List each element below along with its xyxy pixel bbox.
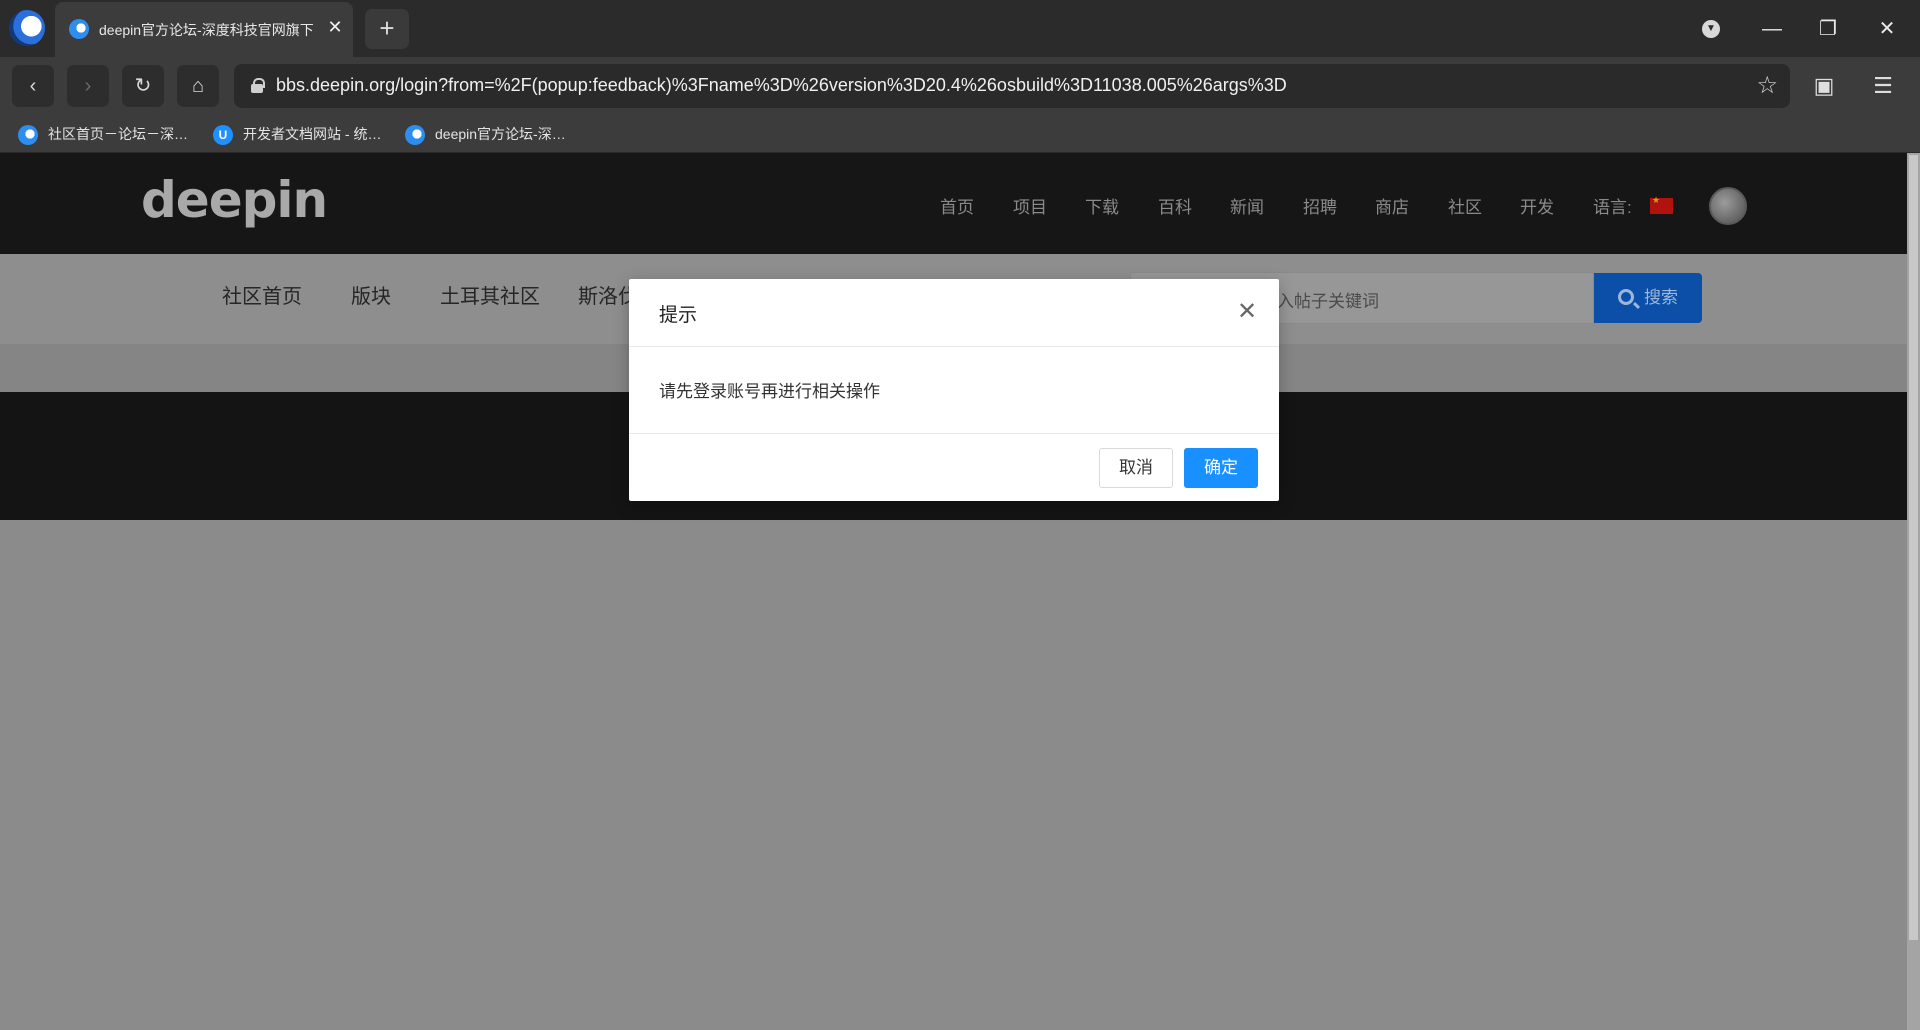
search-button[interactable]: 搜索 <box>1594 273 1702 323</box>
browser-chrome: deepin官方论坛-深度科技官网旗下 ✕ + ▼ — ❐ ✕ ‹ › ↻ ⌂ … <box>0 0 1920 153</box>
tab-close-icon[interactable]: ✕ <box>323 15 347 39</box>
back-button[interactable]: ‹ <box>12 65 54 107</box>
deepin-icon <box>18 125 38 146</box>
minimize-icon[interactable]: — <box>1755 12 1789 46</box>
site-header: deepin 首页 项目 下载 百科 新闻 招聘 商店 社区 开发 语言: <box>0 153 1907 254</box>
browser-toolbar: ‹ › ↻ ⌂ bbs.deepin.org/login?from=%2F(po… <box>0 57 1920 115</box>
nav-item-store[interactable]: 商店 <box>1375 193 1409 218</box>
cancel-button[interactable]: 取消 <box>1099 448 1173 488</box>
close-window-icon[interactable]: ✕ <box>1870 12 1904 46</box>
lock-icon[interactable] <box>251 78 265 93</box>
dialog-footer: 取消 确定 <box>629 433 1279 501</box>
deepin-favicon-icon <box>69 19 89 39</box>
avatar[interactable] <box>1709 187 1747 225</box>
nav-item-develop[interactable]: 开发 <box>1520 193 1554 218</box>
scrollbar-thumb[interactable] <box>1909 155 1918 940</box>
browser-logo-icon[interactable] <box>9 10 45 46</box>
bookmark-star-icon[interactable]: ☆ <box>1756 72 1778 100</box>
bookmark-item[interactable]: 社区首页－论坛－深… <box>18 123 188 146</box>
china-flag-icon[interactable] <box>1650 195 1673 214</box>
address-bar[interactable]: bbs.deepin.org/login?from=%2F(popup:feed… <box>234 64 1790 108</box>
active-tab[interactable]: deepin官方论坛-深度科技官网旗下 ✕ <box>55 2 353 57</box>
bookmarks-bar: 社区首页－论坛－深… U 开发者文档网站 - 统… deepin官方论坛-深… <box>0 115 1920 153</box>
nav-item-community[interactable]: 社区 <box>1448 193 1482 218</box>
nav-item-download[interactable]: 下载 <box>1085 193 1119 218</box>
nav-item-wiki[interactable]: 百科 <box>1158 193 1192 218</box>
reload-button[interactable]: ↻ <box>122 65 164 107</box>
tab-boards[interactable]: 版块 <box>351 280 391 309</box>
search-icon <box>1618 289 1634 305</box>
deepin-logo[interactable]: deepin <box>141 171 328 229</box>
search-placeholder: 入帖子关键词 <box>1277 292 1379 311</box>
dialog-header: 提示 ✕ <box>629 279 1279 347</box>
tab-strip: deepin官方论坛-深度科技官网旗下 ✕ + ▼ — ❐ ✕ <box>0 0 1920 57</box>
language-label[interactable]: 语言: <box>1593 193 1632 218</box>
close-icon[interactable]: ✕ <box>1233 298 1261 326</box>
restore-icon[interactable]: ❐ <box>1811 12 1845 46</box>
page-scrollbar[interactable] <box>1907 153 1920 1030</box>
menu-icon[interactable]: ☰ <box>1866 69 1900 103</box>
dialog-title: 提示 <box>659 305 698 326</box>
url-text[interactable]: bbs.deepin.org/login?from=%2F(popup:feed… <box>276 75 1287 96</box>
confirm-button[interactable]: 确定 <box>1184 448 1258 488</box>
profile-menu-icon[interactable]: ▼ <box>1702 20 1720 38</box>
nav-item-projects[interactable]: 项目 <box>1013 193 1047 218</box>
deepin-icon <box>405 125 425 146</box>
extensions-icon[interactable]: ▣ <box>1807 69 1841 103</box>
bookmark-item[interactable]: U 开发者文档网站 - 统… <box>213 123 381 146</box>
new-tab-button[interactable]: + <box>365 9 409 49</box>
nav-item-news[interactable]: 新闻 <box>1230 193 1264 218</box>
home-button[interactable]: ⌂ <box>177 65 219 107</box>
dialog-message: 请先登录账号再进行相关操作 <box>659 382 880 401</box>
nav-item-home[interactable]: 首页 <box>940 193 974 218</box>
forward-button[interactable]: › <box>67 65 109 107</box>
tab-turkish-community[interactable]: 土耳其社区 <box>440 280 540 309</box>
bookmark-item[interactable]: deepin官方论坛-深… <box>405 123 566 146</box>
tab-community-home[interactable]: 社区首页 <box>222 280 302 309</box>
nav-item-jobs[interactable]: 招聘 <box>1303 193 1337 218</box>
uos-icon: U <box>213 125 233 146</box>
tab-title: deepin官方论坛-深度科技官网旗下 <box>99 22 314 38</box>
login-prompt-dialog: 提示 ✕ 请先登录账号再进行相关操作 取消 确定 <box>629 279 1279 501</box>
